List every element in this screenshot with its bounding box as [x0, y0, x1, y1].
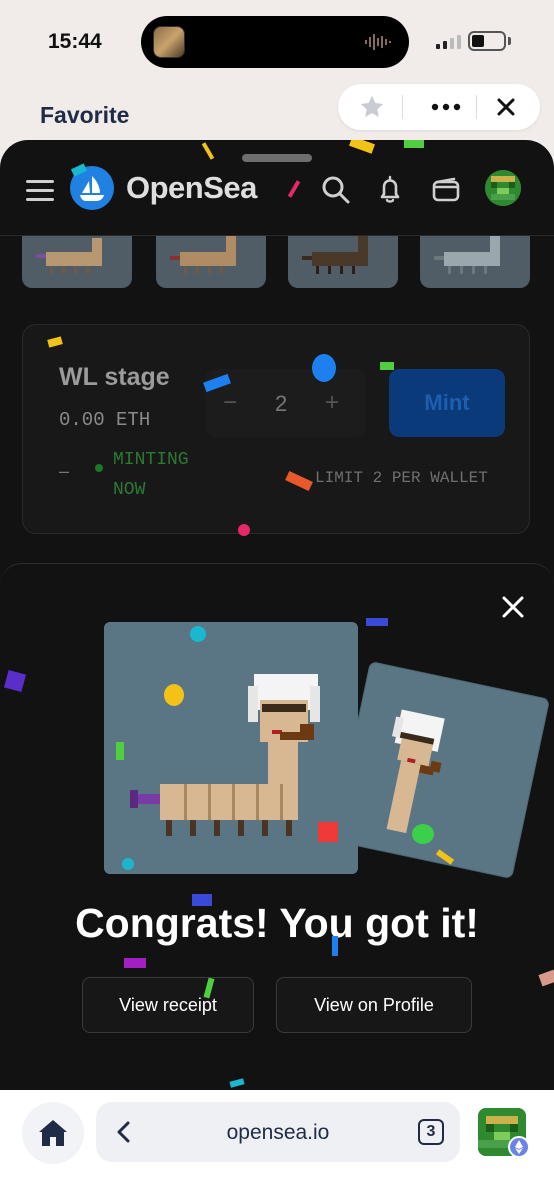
- stage-title: WL stage: [59, 363, 170, 391]
- nft-thumbnail-row: [22, 236, 542, 288]
- nft-thumbnail[interactable]: [420, 236, 530, 288]
- opensea-wordmark[interactable]: OpenSea: [126, 170, 257, 206]
- star-icon: [360, 95, 384, 118]
- nft-thumbnail[interactable]: [22, 236, 132, 288]
- audio-wave-icon: [365, 34, 391, 50]
- profile-avatar[interactable]: [485, 170, 521, 206]
- menu-icon[interactable]: [26, 180, 54, 202]
- view-receipt-button[interactable]: View receipt: [82, 977, 254, 1033]
- mint-price: 0.00 ETH: [59, 409, 151, 431]
- ethereum-network-icon: [508, 1136, 530, 1158]
- bell-icon[interactable]: [374, 174, 406, 206]
- confetti-piece: [124, 958, 146, 968]
- mini-app-capsule: [338, 84, 540, 130]
- minting-status: MINTING NOW: [113, 450, 189, 500]
- live-status-dot: [95, 464, 103, 472]
- close-icon: [497, 98, 515, 116]
- cellular-signal-icon: [436, 35, 461, 49]
- close-modal-icon[interactable]: [498, 592, 528, 622]
- tabs-count-button[interactable]: 3: [418, 1119, 444, 1145]
- more-options-button[interactable]: [416, 84, 476, 130]
- close-mini-app-button[interactable]: [476, 84, 536, 130]
- decrement-button[interactable]: −: [223, 389, 237, 417]
- confetti-piece: [201, 142, 215, 160]
- home-icon: [39, 1120, 67, 1146]
- mini-app-title: Favorite: [40, 102, 130, 128]
- dynamic-island: [141, 16, 409, 68]
- confetti-piece: [538, 969, 554, 987]
- more-dots-icon: [431, 103, 461, 111]
- home-button[interactable]: [22, 1102, 84, 1164]
- favorite-star-button[interactable]: [342, 84, 402, 130]
- success-headline: Congrats! You got it!: [75, 900, 479, 946]
- stage-dash: –: [59, 461, 70, 481]
- status-bar: 15:44: [0, 0, 554, 80]
- quantity-value[interactable]: 2: [275, 391, 287, 417]
- mint-button[interactable]: Mint: [389, 369, 505, 437]
- address-bar[interactable]: opensea.io 3: [96, 1102, 460, 1162]
- mint-stage-card: WL stage 0.00 ETH – MINTING NOW − 2 + Mi…: [22, 324, 530, 534]
- battery-icon: [468, 31, 506, 51]
- confetti-piece: [366, 618, 388, 626]
- confetti-piece: [349, 140, 375, 154]
- nft-thumbnail[interactable]: [288, 236, 398, 288]
- sheet-grabber[interactable]: [242, 154, 312, 162]
- view-on-profile-button[interactable]: View on Profile: [276, 977, 472, 1033]
- opensea-logo-icon[interactable]: [70, 166, 114, 210]
- mini-app-header: Favorite: [0, 80, 554, 142]
- success-modal: Congrats! You got it! View receipt View …: [0, 563, 554, 1090]
- opensea-navbar: OpenSea: [0, 164, 554, 234]
- increment-button[interactable]: +: [325, 389, 339, 417]
- wallet-limit: LIMIT 2 PER WALLET: [315, 469, 488, 487]
- now-playing-app-icon[interactable]: [153, 26, 185, 58]
- browser-bottom-bar: opensea.io 3: [0, 1090, 554, 1200]
- nft-image-secondary: [333, 662, 549, 878]
- status-time: 15:44: [48, 30, 102, 53]
- confetti-piece: [229, 1078, 245, 1088]
- web-view: OpenSea WL stage 0.00 ETH – MINTING NOW …: [0, 140, 554, 1090]
- search-icon[interactable]: [320, 174, 352, 206]
- quantity-stepper: − 2 +: [205, 369, 365, 437]
- url-text[interactable]: opensea.io: [96, 1121, 460, 1145]
- confetti-piece: [404, 140, 424, 148]
- battery-tip: [508, 37, 511, 45]
- nft-image-main: [104, 622, 358, 874]
- nft-thumbnail[interactable]: [156, 236, 266, 288]
- wallet-icon[interactable]: [430, 174, 462, 206]
- confetti-piece: [3, 669, 27, 693]
